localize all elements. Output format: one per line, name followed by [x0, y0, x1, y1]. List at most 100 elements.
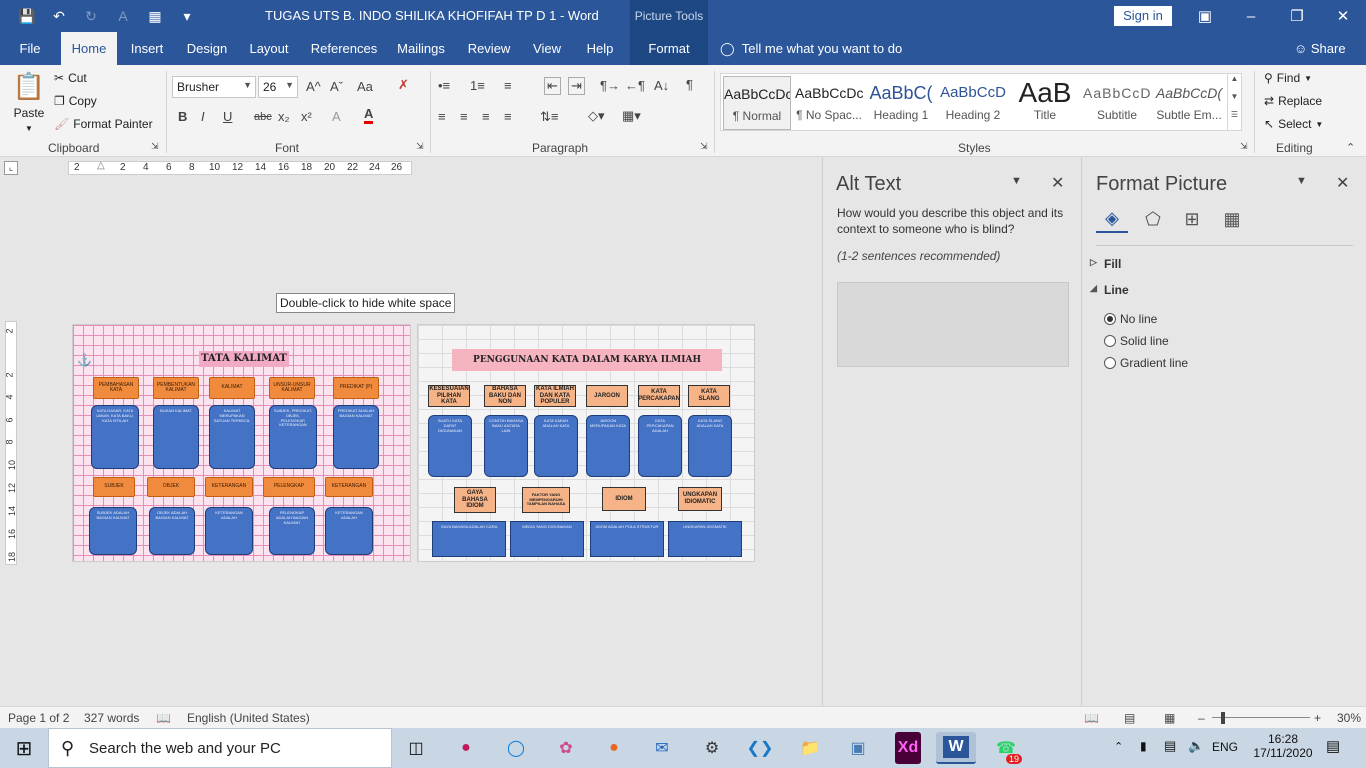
clear-formatting-icon[interactable]: ✗	[398, 77, 409, 93]
tab-review[interactable]: Review	[462, 32, 516, 65]
app-icon[interactable]: ●	[446, 732, 486, 764]
document-area[interactable]: ⌞ 2 2 4 6 8 10 12 14 16 18 20 22 24 26 △…	[0, 157, 822, 706]
indent-marker-icon[interactable]: △	[97, 160, 105, 171]
copy-button[interactable]: ❐ Copy	[54, 94, 97, 108]
align-center-icon[interactable]: ≡	[460, 109, 468, 124]
style-subtle-emphasis[interactable]: AaBbCcD(Subtle Em...	[1155, 76, 1223, 130]
style-subtitle[interactable]: AaBbCcD Subtitle	[1083, 76, 1151, 130]
page-1[interactable]: ⚓ TATA KALIMAT PEMBAHASAN KATA PEMBENTUK…	[72, 324, 411, 562]
mail-icon[interactable]: ✉	[642, 732, 682, 764]
zoom-out-icon[interactable]: –	[1198, 711, 1205, 725]
no-line-radio[interactable]: No line	[1104, 312, 1157, 326]
show-marks-icon[interactable]: ¶	[686, 77, 693, 92]
dialog-launcher-icon[interactable]: ⇲	[700, 141, 708, 152]
vscode-icon[interactable]: ❮❯	[740, 732, 780, 764]
gradient-line-radio[interactable]: Gradient line	[1104, 356, 1188, 370]
tab-mailings[interactable]: Mailings	[392, 32, 450, 65]
close-icon[interactable]: ✕	[1051, 173, 1064, 193]
superscript-icon[interactable]: x²	[301, 109, 312, 124]
windows-start-icon[interactable]: ⊞	[4, 732, 44, 764]
settings-gear-icon[interactable]: ⚙	[692, 732, 732, 764]
picture-icon[interactable]: ▦	[1216, 205, 1248, 233]
zoom-level[interactable]: 30%	[1337, 711, 1361, 725]
minimize-icon[interactable]: –	[1228, 4, 1274, 28]
web-layout-icon[interactable]: ▦	[1164, 711, 1175, 725]
style-heading-2[interactable]: AaBbCcD Heading 2	[939, 76, 1007, 130]
style-no-spacing[interactable]: AaBbCcDc ¶ No Spac...	[795, 76, 863, 130]
shrink-font-icon[interactable]: Aˇ	[330, 79, 343, 94]
vertical-ruler[interactable]: 2 2 4 6 8 10 12 14 16 18	[5, 321, 17, 565]
app-icon[interactable]: ✿	[546, 732, 586, 764]
change-case-icon[interactable]: Aa	[357, 79, 373, 94]
save-icon[interactable]: 💾	[14, 6, 40, 26]
dialog-launcher-icon[interactable]: ⇲	[151, 141, 159, 152]
dialog-launcher-icon[interactable]: ⇲	[416, 141, 424, 152]
sort-icon[interactable]: A↓	[654, 78, 669, 93]
action-center-icon[interactable]: ▤	[1326, 737, 1340, 755]
file-explorer-icon[interactable]: 📁	[790, 732, 830, 764]
decrease-indent-icon[interactable]: ⇤	[544, 77, 561, 95]
adobe-xd-icon[interactable]: Xd	[895, 732, 921, 764]
zoom-slider[interactable]	[1212, 717, 1310, 718]
close-icon[interactable]: ✕	[1320, 4, 1366, 28]
table-icon[interactable]: ▦	[142, 6, 168, 26]
bold-icon[interactable]: B	[178, 109, 187, 124]
page-count[interactable]: Page 1 of 2	[8, 711, 69, 725]
borders-icon[interactable]: ▦▾	[622, 108, 641, 124]
line-section[interactable]: ◢ Line	[1090, 283, 1129, 297]
bullets-icon[interactable]: •≡	[438, 78, 450, 93]
page-2[interactable]: PENGGUNAAN KATA DALAM KARYA ILMIAH KESES…	[417, 324, 755, 562]
tab-insert[interactable]: Insert	[124, 32, 170, 65]
task-view-icon[interactable]: ◫	[396, 732, 436, 764]
fill-section[interactable]: ▷ Fill	[1090, 257, 1121, 271]
taskbar-search[interactable]: ⚲ Search the web and your PC	[48, 728, 392, 768]
select-button[interactable]: ↖ Select ▼	[1264, 117, 1323, 131]
align-left-icon[interactable]: ≡	[438, 109, 446, 124]
style-title[interactable]: AaB Title	[1011, 76, 1079, 130]
zoom-thumb[interactable]	[1221, 712, 1225, 724]
justify-icon[interactable]: ≡	[504, 109, 512, 124]
multilevel-list-icon[interactable]: ≡	[504, 78, 512, 93]
input-language[interactable]: ENG	[1212, 740, 1238, 754]
paste-button[interactable]: 📋 Paste ▼	[12, 71, 46, 133]
find-button[interactable]: ⚲ Find ▼	[1264, 71, 1312, 85]
tab-format[interactable]: Format	[630, 32, 708, 65]
align-right-icon[interactable]: ≡	[482, 109, 490, 124]
cut-button[interactable]: ✂ Cut	[54, 71, 87, 85]
undo-icon[interactable]: ↶	[46, 6, 72, 26]
italic-icon[interactable]: I	[201, 109, 205, 124]
tab-references[interactable]: References	[306, 32, 382, 65]
app-icon[interactable]: ▣	[838, 732, 878, 764]
strikethrough-icon[interactable]: abc	[254, 111, 272, 123]
sign-in-button[interactable]: Sign in	[1114, 6, 1172, 26]
dialog-launcher-icon[interactable]: ⇲	[1240, 141, 1248, 152]
word-count[interactable]: 327 words	[84, 711, 139, 725]
zoom-in-icon[interactable]: +	[1314, 711, 1321, 725]
solid-line-radio[interactable]: Solid line	[1104, 334, 1169, 348]
customize-qat-icon[interactable]: ▾	[174, 6, 200, 26]
restore-icon[interactable]: ❐	[1274, 4, 1320, 28]
layout-properties-icon[interactable]: ⊞	[1176, 205, 1208, 233]
font-name-select[interactable]: Brusher ▼	[172, 76, 256, 98]
redo-icon[interactable]: ↻	[78, 6, 104, 26]
ribbon-display-icon[interactable]: ▣	[1182, 4, 1228, 28]
tab-layout[interactable]: Layout	[244, 32, 294, 65]
clock[interactable]: 16:28 17/11/2020	[1252, 732, 1314, 760]
grow-font-icon[interactable]: A^	[306, 79, 321, 94]
replace-button[interactable]: ⇄ Replace	[1264, 94, 1322, 108]
ltr-icon[interactable]: ¶→	[600, 78, 620, 93]
format-icon[interactable]: A	[110, 6, 136, 26]
firefox-icon[interactable]: ●	[594, 732, 634, 764]
proofing-icon[interactable]: 📖	[156, 711, 171, 725]
rtl-icon[interactable]: ←¶	[625, 78, 645, 93]
tab-home[interactable]: Home	[61, 32, 117, 65]
tab-file[interactable]: File	[10, 32, 50, 65]
edge-icon[interactable]: ◯	[496, 732, 536, 764]
tab-design[interactable]: Design	[182, 32, 232, 65]
font-size-select[interactable]: 26 ▼	[258, 76, 298, 98]
whatsapp-icon[interactable]: ☎ 19	[986, 732, 1026, 764]
alt-text-input[interactable]	[837, 282, 1069, 367]
battery-icon[interactable]: ▮	[1140, 739, 1147, 753]
increase-indent-icon[interactable]: ⇥	[568, 77, 585, 95]
collapse-ribbon-icon[interactable]: ⌃	[1346, 141, 1355, 154]
